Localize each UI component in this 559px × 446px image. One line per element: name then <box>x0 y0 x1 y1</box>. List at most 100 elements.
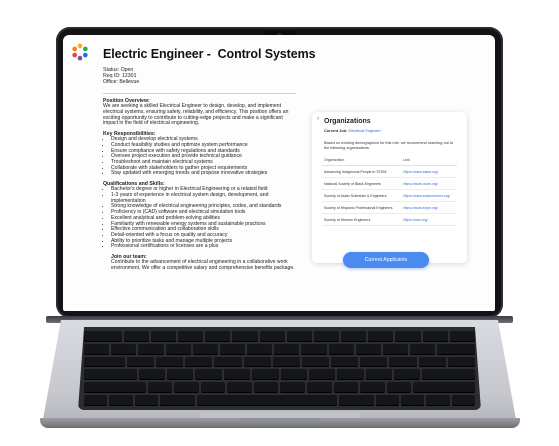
key <box>109 395 133 406</box>
job-meta: Status: Open Req ID: 12301 Office: Belle… <box>103 67 139 86</box>
key <box>84 331 122 342</box>
key <box>422 369 476 381</box>
company-logo-icon <box>72 43 88 61</box>
key <box>123 331 149 342</box>
organizations-table: Organization Link Advancing Indigenous P… <box>322 156 457 226</box>
organization-name: National Society of Black Engineers <box>322 177 402 190</box>
table-row: Society of Asian Scientists & Engineers … <box>322 189 457 202</box>
key <box>174 382 199 394</box>
key <box>301 343 327 355</box>
key <box>393 369 421 381</box>
key <box>389 356 417 368</box>
qualifications-list: Bachelor's degree or higher in Electrica… <box>103 187 299 250</box>
organization-name: Society of Asian Scientists & Engineers <box>322 189 402 202</box>
arrow-keys <box>451 395 475 406</box>
organizations-card: ‹ Organizations Current Job: Electrical … <box>312 112 467 263</box>
organization-name: Society of Women Engineers <box>322 213 402 226</box>
key <box>247 343 273 355</box>
key <box>280 382 306 394</box>
keyboard-row <box>84 331 475 342</box>
job-description: Position Overview: We are seeking a skil… <box>103 97 299 272</box>
key <box>195 369 222 381</box>
key <box>126 356 154 368</box>
organization-link[interactable]: https://www.shpe.org/ <box>401 201 457 214</box>
key <box>147 382 173 394</box>
key <box>422 331 448 342</box>
key <box>84 356 125 368</box>
key <box>252 369 279 381</box>
table-header-row: Organization Link <box>322 156 457 166</box>
organization-link[interactable]: https://swe.org/ <box>401 213 457 226</box>
column-header: Link <box>401 156 457 166</box>
key <box>165 343 191 355</box>
key <box>437 343 475 355</box>
organization-name: Advancing Indigenous People in STEM <box>322 165 402 178</box>
current-job-label: Current Job: <box>324 128 348 133</box>
key <box>333 382 359 394</box>
arrow-keys <box>401 395 425 406</box>
key <box>134 395 158 406</box>
key <box>395 331 421 342</box>
key <box>227 382 252 394</box>
current-applicants-button[interactable]: Current Applicants <box>343 252 429 268</box>
key <box>365 369 392 381</box>
keyboard-row <box>84 356 476 368</box>
join-text: Contribute to the advancement of electri… <box>111 259 295 271</box>
key <box>138 369 166 381</box>
keyboard-row <box>84 369 476 381</box>
key <box>360 382 385 394</box>
keyboard-row <box>84 382 475 394</box>
organization-link[interactable]: https://www.saseconnect.org/ <box>401 189 457 202</box>
table-row: Society of Women Engineers https://swe.o… <box>322 213 457 226</box>
key <box>155 356 184 368</box>
table-row: National Society of Black Engineers http… <box>322 177 457 190</box>
table-row: Advancing Indigenous People in STEM http… <box>322 165 457 178</box>
current-job-value: Electrical Engineer <box>348 128 381 133</box>
key <box>418 356 446 368</box>
overview-text: We are seeking a skilled Electrical Engi… <box>103 103 289 127</box>
key <box>159 395 195 406</box>
key <box>301 356 330 368</box>
key <box>413 382 475 394</box>
key <box>368 331 394 342</box>
key <box>313 331 340 342</box>
key <box>84 343 110 355</box>
lid-notch <box>240 418 320 422</box>
key <box>138 343 164 355</box>
key <box>331 356 359 368</box>
key <box>84 382 146 394</box>
organization-link[interactable]: https://www.nsbe.org/ <box>401 177 457 190</box>
keyboard <box>78 327 481 410</box>
key <box>355 343 381 355</box>
key <box>338 395 374 406</box>
organization-link[interactable]: https://www.aises.org/ <box>401 165 457 178</box>
key <box>84 369 137 381</box>
key <box>410 343 436 355</box>
current-job: Current Job: Electrical Engineer <box>324 128 381 133</box>
key <box>192 343 218 355</box>
key <box>307 382 332 394</box>
organization-name: Society of Hispanic Professional Enginee… <box>322 201 402 214</box>
touchpad <box>200 412 360 418</box>
key <box>272 356 300 368</box>
key <box>328 343 354 355</box>
organizations-description: Based on existing demographics for this … <box>324 141 453 150</box>
responsibilities-list: Design and develop electrical systems Co… <box>103 137 299 177</box>
table-row: Society of Hispanic Professional Enginee… <box>322 201 457 214</box>
key <box>167 369 194 381</box>
key <box>178 331 204 342</box>
key <box>253 382 279 394</box>
keyboard-row <box>84 395 475 406</box>
key <box>200 382 226 394</box>
key <box>280 369 307 381</box>
chevron-left-icon[interactable]: ‹ <box>317 116 319 122</box>
key <box>259 331 285 342</box>
key <box>214 356 242 368</box>
organizations-title: Organizations <box>324 118 371 125</box>
key <box>232 331 258 342</box>
column-header: Organization <box>322 156 402 166</box>
arrow-keys <box>426 395 450 406</box>
key <box>337 369 364 381</box>
keyboard-row <box>84 343 475 355</box>
key <box>84 395 108 406</box>
